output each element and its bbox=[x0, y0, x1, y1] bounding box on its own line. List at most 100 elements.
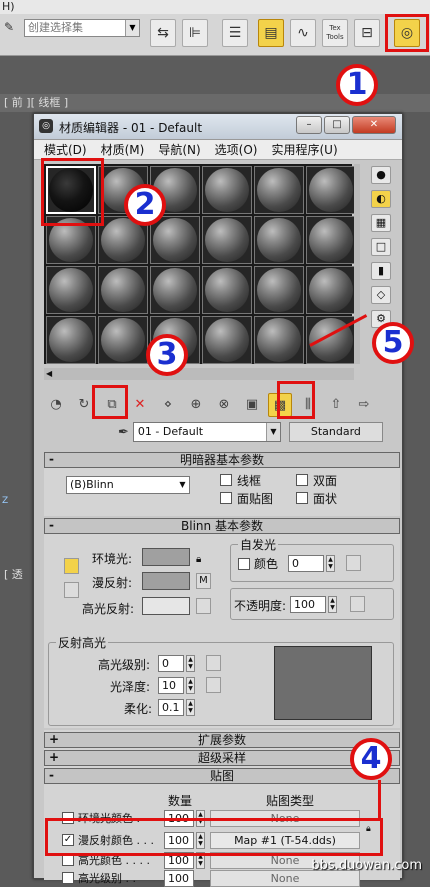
sample-slot[interactable] bbox=[150, 216, 200, 264]
ambient-color-swatch[interactable] bbox=[142, 548, 190, 566]
selection-set-dropdown[interactable]: 创建选择集 ▼ bbox=[24, 19, 140, 37]
glossiness-map-button[interactable] bbox=[206, 677, 221, 693]
lock-icon[interactable]: 🔒︎ bbox=[196, 554, 201, 565]
glossiness-field[interactable]: 10 bbox=[158, 677, 184, 694]
lock-diffuse-specular-icon[interactable] bbox=[64, 582, 79, 598]
blinn-basic-rollout: - Blinn 基本参数 环境光: 🔒︎ 漫反射: M 高光反射: 自发光 颜色 … bbox=[44, 518, 400, 728]
material-sphere-preview bbox=[309, 268, 353, 312]
video-color-check-icon[interactable]: ▮ bbox=[371, 262, 391, 280]
window-title: 材质编辑器 - 01 - Default bbox=[59, 121, 203, 135]
sample-slot[interactable] bbox=[98, 316, 148, 364]
self-illum-color-checkbox[interactable] bbox=[238, 558, 250, 570]
sample-slot[interactable] bbox=[306, 216, 356, 264]
make-unique-icon[interactable]: ⋄ bbox=[156, 393, 180, 417]
extended-params-header[interactable]: + 扩展参数 bbox=[44, 732, 400, 748]
sample-type-icon[interactable]: ● bbox=[371, 166, 391, 184]
align-icon[interactable]: ⊫ bbox=[182, 19, 208, 47]
sample-slot[interactable] bbox=[46, 316, 96, 364]
glossiness-spinner[interactable]: ▲ ▼ bbox=[186, 677, 195, 694]
selection-set-icon[interactable]: ✎ bbox=[4, 20, 14, 34]
menu-options[interactable]: 选项(O) bbox=[215, 140, 258, 159]
soften-field[interactable]: 0.1 bbox=[158, 699, 184, 716]
wire-checkbox[interactable] bbox=[220, 474, 232, 486]
faceted-checkbox[interactable] bbox=[296, 492, 308, 504]
maximize-button[interactable]: □ bbox=[324, 116, 350, 134]
put-to-library-icon[interactable]: ⊕ bbox=[184, 393, 208, 417]
curve-editor-icon[interactable]: ∿ bbox=[290, 19, 316, 47]
material-type-button[interactable]: Standard bbox=[288, 422, 383, 442]
spec-level-map-checkbox[interactable] bbox=[62, 872, 74, 884]
lock-ambient-diffuse-icon[interactable] bbox=[64, 558, 79, 574]
face-map-checkbox[interactable] bbox=[220, 492, 232, 504]
menu-material[interactable]: 材质(M) bbox=[101, 140, 145, 159]
diffuse-color-swatch[interactable] bbox=[142, 572, 190, 590]
sample-slot[interactable] bbox=[202, 316, 252, 364]
scene-explorer-icon[interactable]: ▤ bbox=[258, 19, 284, 47]
shader-type-dropdown[interactable]: (B)Blinn ▼ bbox=[66, 476, 190, 494]
spec-level-field[interactable]: 0 bbox=[158, 655, 184, 672]
slots-vertical-scrollbar[interactable] bbox=[354, 164, 360, 364]
shader-basic-title: 明暗器基本参数 bbox=[179, 453, 264, 467]
sample-slot[interactable] bbox=[306, 266, 356, 314]
sample-slot[interactable] bbox=[46, 266, 96, 314]
callout-3: 3 bbox=[146, 334, 188, 376]
reset-map-icon[interactable]: ✕ bbox=[128, 393, 152, 417]
material-sphere-preview bbox=[101, 318, 145, 362]
sample-slot[interactable] bbox=[306, 166, 356, 214]
material-id-icon[interactable]: ⊗ bbox=[212, 393, 236, 417]
supersampling-header[interactable]: + 超级采样 bbox=[44, 750, 400, 766]
sample-slot[interactable] bbox=[254, 266, 304, 314]
show-shaded-icon[interactable]: ▣ bbox=[240, 393, 264, 417]
sample-slot[interactable] bbox=[202, 166, 252, 214]
background-checker-icon[interactable]: ▦ bbox=[371, 214, 391, 232]
maps-title: 贴图 bbox=[209, 769, 234, 783]
self-illum-spinner[interactable]: ▲ ▼ bbox=[326, 555, 335, 572]
material-name-field[interactable]: 01 - Default ▼ bbox=[132, 422, 281, 442]
sample-slot[interactable] bbox=[254, 166, 304, 214]
go-forward-sibling-icon[interactable]: ⇨ bbox=[352, 393, 376, 417]
sample-uv-tiling-icon[interactable]: □ bbox=[371, 238, 391, 256]
opacity-map-button[interactable] bbox=[350, 596, 365, 612]
maps-header[interactable]: - 贴图 bbox=[44, 768, 400, 784]
two-sided-checkbox[interactable] bbox=[296, 474, 308, 486]
soften-label: 柔化: bbox=[124, 702, 153, 716]
mirror-icon[interactable]: ⇆ bbox=[150, 19, 176, 47]
persp-viewport-label[interactable]: [ 透 bbox=[0, 566, 36, 584]
specular-color-swatch[interactable] bbox=[142, 597, 190, 615]
self-illum-value-field[interactable]: 0 bbox=[288, 555, 324, 572]
backlight-icon[interactable]: ◐ bbox=[371, 190, 391, 208]
slots-horizontal-scrollbar[interactable]: ◀ bbox=[44, 368, 354, 380]
material-sphere-preview bbox=[205, 168, 249, 212]
sample-slot[interactable] bbox=[254, 316, 304, 364]
sample-slot[interactable] bbox=[202, 216, 252, 264]
shader-basic-header[interactable]: - 明暗器基本参数 bbox=[44, 452, 400, 468]
minimize-button[interactable]: – bbox=[296, 116, 322, 134]
render-setup-icon[interactable]: ⊟ bbox=[354, 19, 380, 47]
eyedropper-icon[interactable]: ✒ bbox=[118, 425, 129, 440]
opacity-spinner[interactable]: ▲ ▼ bbox=[328, 596, 337, 613]
sample-slot[interactable] bbox=[98, 266, 148, 314]
get-material-icon[interactable]: ◔ bbox=[44, 393, 68, 417]
sample-slot[interactable] bbox=[202, 266, 252, 314]
soften-spinner[interactable]: ▲ ▼ bbox=[186, 699, 195, 716]
material-sphere-preview bbox=[205, 268, 249, 312]
specular-map-button[interactable] bbox=[196, 598, 211, 614]
callout-2-box bbox=[41, 158, 104, 226]
menu-utilities[interactable]: 实用程序(U) bbox=[271, 140, 337, 159]
self-illum-map-button[interactable] bbox=[346, 555, 361, 571]
spec-level-map-button[interactable] bbox=[206, 655, 221, 671]
sample-slot[interactable] bbox=[254, 216, 304, 264]
menu-mode[interactable]: 模式(D) bbox=[44, 140, 87, 159]
blinn-basic-header[interactable]: - Blinn 基本参数 bbox=[44, 518, 400, 534]
layer-manager-icon[interactable]: ☰ bbox=[222, 19, 248, 47]
sample-slot[interactable] bbox=[150, 266, 200, 314]
diffuse-map-button[interactable]: M bbox=[196, 573, 211, 589]
close-button[interactable]: ✕ bbox=[352, 116, 396, 134]
menu-navigation[interactable]: 导航(N) bbox=[158, 140, 200, 159]
tex-tools-button[interactable]: Tex Tools bbox=[322, 19, 348, 47]
opacity-value-field[interactable]: 100 bbox=[290, 596, 326, 613]
spec-level-spinner[interactable]: ▲ ▼ bbox=[186, 655, 195, 672]
self-illum-color-label: 颜色 bbox=[254, 557, 279, 571]
make-preview-icon[interactable]: ◇ bbox=[371, 286, 391, 304]
go-to-parent-icon[interactable]: ⇧ bbox=[324, 393, 348, 417]
